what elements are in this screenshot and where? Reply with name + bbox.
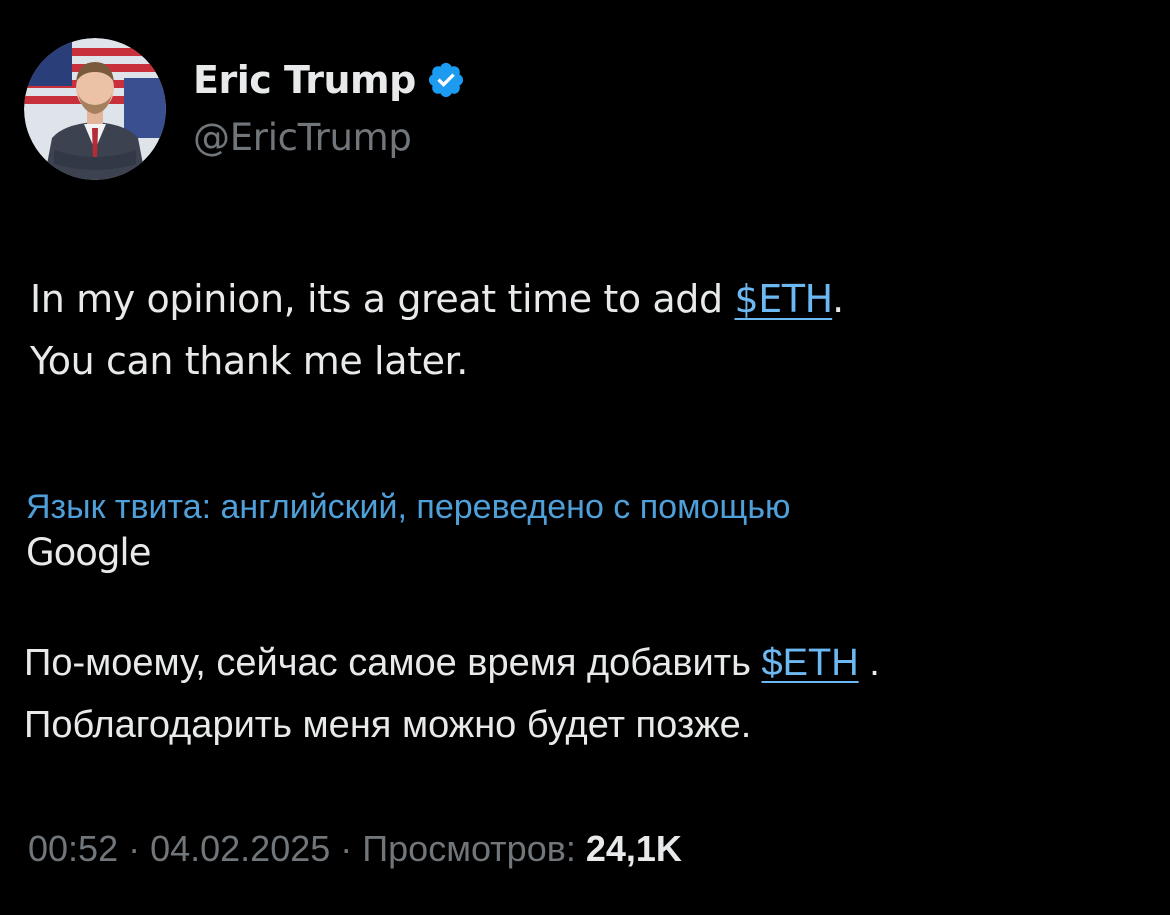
views-count: 24,1K <box>585 828 682 869</box>
meta-separator: · <box>118 828 151 869</box>
translated-text-line: Поблагодарить меня можно будет позже. <box>24 704 752 746</box>
tweet-text: In my opinion, its a great time to add $… <box>30 268 1140 392</box>
views-label: Просмотров: <box>362 828 586 869</box>
tweet-text-part: . <box>832 277 844 321</box>
tweet-text-line: You can thank me later. <box>30 339 468 383</box>
translation-note-link[interactable]: Язык твита: английский, переведено с пом… <box>26 486 1136 528</box>
translation-attribution: Язык твита: английский, переведено с пом… <box>26 486 1136 578</box>
meta-separator: · <box>330 828 363 869</box>
verified-badge-icon[interactable] <box>426 60 466 100</box>
tweet-date[interactable]: 04.02.2025 <box>150 828 330 869</box>
translated-text-part: . <box>858 642 880 684</box>
author-name-row: Eric Trump <box>193 54 466 106</box>
avatar-photo <box>24 38 166 180</box>
translated-cashtag-link[interactable]: $ETH <box>762 642 859 684</box>
translated-text-part: По-моему, сейчас самое время добавить <box>24 642 762 684</box>
translated-tweet-text: По-моему, сейчас самое время добавить $E… <box>24 632 1144 756</box>
cashtag-link[interactable]: $ETH <box>734 277 832 321</box>
tweet-text-part: In my opinion, its a great time to add <box>30 277 735 321</box>
tweet-detail: Eric Trump @EricTrump In my opinion, its… <box>0 0 1170 915</box>
tweet-meta: 00:52 · 04.02.2025 · Просмотров: 24,1K <box>28 828 682 870</box>
author-handle[interactable]: @EricTrump <box>193 116 466 159</box>
author-avatar[interactable] <box>24 38 166 180</box>
google-logo: Google <box>26 531 151 574</box>
tweet-time[interactable]: 00:52 <box>28 828 118 869</box>
author-display-name[interactable]: Eric Trump <box>193 58 416 102</box>
author-info: Eric Trump @EricTrump <box>193 54 466 159</box>
